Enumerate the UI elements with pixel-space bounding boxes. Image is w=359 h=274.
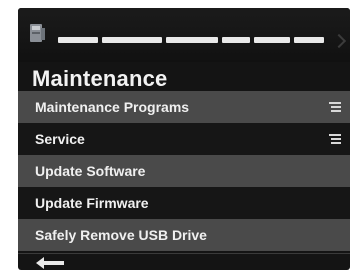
menu-item-label: Update Firmware bbox=[35, 195, 149, 211]
status-bar bbox=[18, 8, 350, 62]
chevron-icon bbox=[331, 33, 347, 49]
menu-item-label: Service bbox=[35, 131, 85, 147]
menu-item-maintenance-programs[interactable]: Maintenance Programs bbox=[18, 91, 350, 123]
submenu-list-icon bbox=[329, 102, 341, 112]
progress-bar-icon bbox=[58, 37, 330, 43]
device-screen: Maintenance Maintenance Programs Service… bbox=[18, 8, 350, 270]
submenu-list-icon bbox=[329, 134, 341, 144]
menu-item-service[interactable]: Service bbox=[18, 123, 350, 155]
printer-device-icon bbox=[30, 24, 45, 42]
back-arrow-icon[interactable] bbox=[36, 256, 66, 270]
menu-item-label: Maintenance Programs bbox=[35, 99, 190, 115]
menu-item-update-firmware[interactable]: Update Firmware bbox=[18, 187, 350, 219]
menu-item-label: Safely Remove USB Drive bbox=[35, 227, 207, 243]
menu-item-update-software[interactable]: Update Software bbox=[18, 155, 350, 187]
menu-item-safely-remove-usb-drive[interactable]: Safely Remove USB Drive bbox=[18, 219, 350, 251]
maintenance-menu: Maintenance Programs Service Update Soft… bbox=[18, 91, 350, 251]
menu-item-label: Update Software bbox=[35, 163, 146, 179]
page-title: Maintenance bbox=[32, 66, 168, 91]
footer-divider bbox=[18, 253, 350, 254]
